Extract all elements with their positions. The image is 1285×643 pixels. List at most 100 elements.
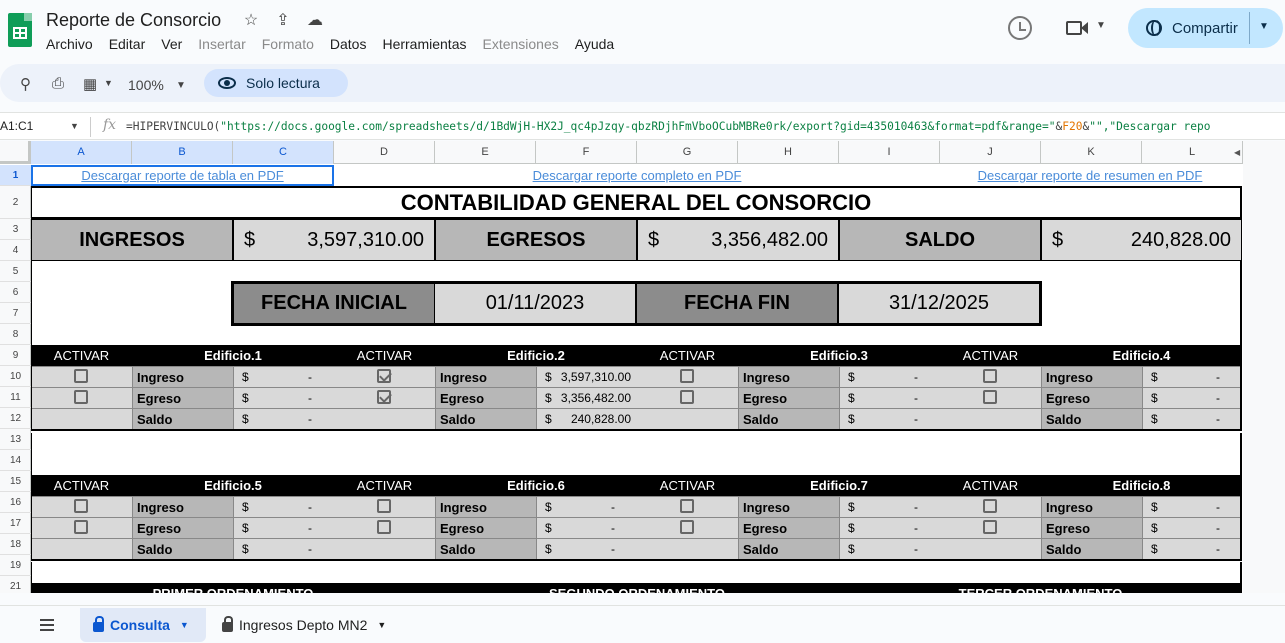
block-frame: [31, 345, 1242, 431]
toolbar-background: [0, 64, 1285, 102]
second-ordering-header: SEGUNDO ORDENAMIENTO: [435, 583, 839, 593]
spreadsheet-grid[interactable]: ABCDEFGHIJKL 1 2 3 4 5 6 7 8 9 10 11 12 13 14 15 16 17 18…: [0, 141, 1243, 593]
row-header[interactable]: 1: [0, 165, 31, 186]
share-button[interactable]: Compartir ▼: [1128, 8, 1283, 48]
fx-icon: fx: [103, 117, 117, 133]
saldo-total: 240,828.00: [1130, 228, 1231, 251]
row-header[interactable]: 5: [0, 261, 31, 282]
search-menus-icon[interactable]: ⚲: [20, 75, 31, 93]
column-header[interactable]: H: [738, 141, 839, 164]
row-header[interactable]: 7: [0, 303, 31, 324]
move-to-drive-icon[interactable]: ⇪: [273, 10, 293, 30]
sheets-logo-icon[interactable]: [8, 13, 32, 47]
menu-ver[interactable]: Ver: [161, 36, 182, 52]
name-box[interactable]: A1:C1: [0, 119, 33, 133]
column-header[interactable]: C: [233, 141, 334, 164]
end-date-label: FECHA FIN: [637, 284, 837, 323]
row-header[interactable]: 8: [0, 324, 31, 345]
row-header[interactable]: 14: [0, 450, 31, 471]
row-header[interactable]: 15: [0, 471, 31, 492]
column-header[interactable]: K: [1041, 141, 1142, 164]
link-full-pdf[interactable]: Descargar reporte completo en PDF: [334, 165, 940, 186]
link-table-pdf[interactable]: Descargar reporte de tabla en PDF: [31, 165, 334, 186]
row-header[interactable]: 21: [0, 576, 31, 593]
view-mode-icon[interactable]: ▦: [83, 75, 97, 93]
menu-ayuda[interactable]: Ayuda: [575, 36, 614, 52]
row-header[interactable]: 19: [0, 555, 31, 576]
egresos-label: EGRESOS: [435, 219, 637, 261]
column-header[interactable]: F: [536, 141, 637, 164]
tab-label: Ingresos Depto MN2: [239, 617, 368, 633]
row-header[interactable]: 6: [0, 282, 31, 303]
row-header[interactable]: 18: [0, 534, 31, 555]
column-header[interactable]: A: [31, 141, 132, 164]
tab-ingresos-depto-mn2[interactable]: Ingresos Depto MN2 ▼: [214, 608, 414, 642]
row-header[interactable]: 16: [0, 492, 31, 513]
tab-label: Consulta: [110, 617, 170, 633]
link-summary-pdf[interactable]: Descargar reporte de resumen en PDF: [940, 165, 1240, 186]
first-ordering-header: PRIMER ORDENAMIENTO: [31, 583, 435, 593]
toolbar: ⚲ ⎙ ▦ ▼ 100% ▼ Solo lectura: [0, 64, 1285, 104]
column-header[interactable]: D: [334, 141, 435, 164]
end-date-value[interactable]: 31/12/2025: [839, 284, 1039, 323]
row-header[interactable]: 11: [0, 387, 31, 408]
menu-herramientas[interactable]: Herramientas: [382, 36, 466, 52]
row-header[interactable]: 9: [0, 345, 31, 366]
chevron-down-icon[interactable]: ▼: [377, 620, 386, 630]
select-all-corner[interactable]: [0, 141, 31, 164]
column-header[interactable]: I: [839, 141, 940, 164]
row-header[interactable]: 13: [0, 429, 31, 450]
row-header[interactable]: 4: [0, 240, 31, 261]
formula-divider: [90, 117, 91, 137]
eye-icon: [218, 77, 236, 89]
formula-end: "","Descargar repo: [1089, 120, 1211, 133]
row-header[interactable]: 2: [0, 186, 31, 219]
meet-camera-icon[interactable]: [1066, 18, 1092, 38]
currency-symbol: $: [648, 228, 660, 251]
version-history-icon[interactable]: [1008, 16, 1032, 40]
chevron-down-icon[interactable]: ▼: [180, 620, 189, 630]
scroll-left-icon[interactable]: ◀: [1234, 148, 1240, 157]
read-only-label: Solo lectura: [246, 75, 320, 91]
zoom-chevron-icon[interactable]: ▼: [176, 80, 186, 91]
globe-icon: [1146, 20, 1162, 36]
formula-ref: F20: [1062, 120, 1083, 133]
name-box-chevron-icon[interactable]: ▼: [70, 121, 79, 131]
row-header[interactable]: 17: [0, 513, 31, 534]
chevron-down-icon[interactable]: ▼: [1096, 20, 1106, 31]
menu-archivo[interactable]: Archivo: [46, 36, 93, 52]
menu-insertar: Insertar: [198, 36, 246, 52]
column-header[interactable]: E: [435, 141, 536, 164]
formula-input[interactable]: =HIPERVINCULO("https://docs.google.com/s…: [126, 120, 1210, 133]
egresos-total-cell: $ 3,356,482.00: [637, 219, 839, 261]
column-header[interactable]: B: [132, 141, 233, 164]
all-sheets-menu-icon[interactable]: [40, 619, 54, 631]
menu-datos[interactable]: Datos: [330, 36, 367, 52]
row-header[interactable]: 3: [0, 219, 31, 240]
print-icon[interactable]: ⎙: [52, 75, 64, 92]
lock-icon: [93, 616, 104, 632]
menu-formato: Formato: [261, 36, 314, 52]
zoom-select[interactable]: 100%: [128, 77, 164, 93]
document-title[interactable]: Reporte de Consorcio: [46, 10, 221, 31]
vertical-scroll-area[interactable]: [1243, 141, 1285, 593]
tab-consulta[interactable]: Consulta ▼: [80, 608, 206, 642]
egresos-total: 3,356,482.00: [711, 228, 828, 251]
view-mode-chevron-icon[interactable]: ▼: [104, 78, 113, 88]
row-header[interactable]: 10: [0, 366, 31, 387]
title-bar: Reporte de Consorcio ☆ ⇪ ☁ Archivo Edita…: [0, 0, 1285, 64]
saldo-label: SALDO: [839, 219, 1041, 261]
share-options-chevron-icon[interactable]: ▼: [1259, 21, 1269, 32]
star-icon[interactable]: ☆: [241, 10, 261, 30]
start-date-value[interactable]: 01/11/2023: [435, 284, 635, 323]
row-header[interactable]: 12: [0, 408, 31, 429]
column-header[interactable]: L: [1142, 141, 1243, 164]
saldo-total-cell: $ 240,828.00: [1041, 219, 1242, 261]
column-header[interactable]: J: [940, 141, 1041, 164]
menu-editar[interactable]: Editar: [109, 36, 146, 52]
cloud-saved-icon[interactable]: ☁: [305, 10, 325, 30]
sheet-tabs-bar: Consulta ▼ Ingresos Depto MN2 ▼: [0, 605, 1285, 643]
read-only-badge[interactable]: Solo lectura: [204, 69, 348, 97]
menu-extensiones: Extensiones: [482, 36, 559, 52]
column-header[interactable]: G: [637, 141, 738, 164]
